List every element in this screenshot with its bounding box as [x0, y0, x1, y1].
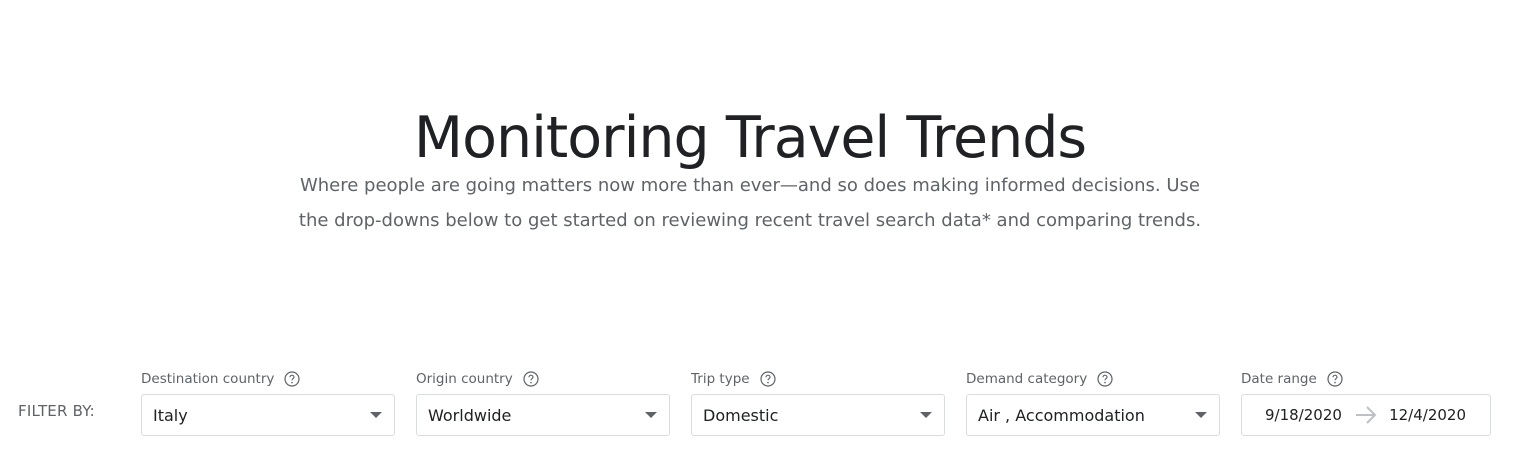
origin-country-select[interactable]: Worldwide	[416, 394, 670, 436]
trip-type-select[interactable]: Domestic	[691, 394, 945, 436]
help-icon[interactable]	[759, 371, 776, 387]
help-icon[interactable]	[1097, 371, 1113, 387]
caret-down-icon	[645, 412, 657, 418]
caret-down-icon	[370, 412, 382, 418]
demand-category-label: Demand category	[966, 371, 1088, 387]
origin-country-label: Origin country	[416, 371, 513, 387]
date-range-filter: Date range 9/18/2020 12/4/2020	[1241, 368, 1491, 436]
trip-type-value: Domestic	[703, 405, 779, 425]
demand-category-value: Air , Accommodation	[978, 405, 1145, 425]
origin-country-filter: Origin country Worldwide	[416, 368, 670, 436]
caret-down-icon	[920, 412, 932, 418]
caret-down-icon	[1195, 412, 1207, 418]
destination-country-label: Destination country	[141, 371, 275, 387]
demand-category-select[interactable]: Air , Accommodation	[966, 394, 1220, 436]
trip-type-filter: Trip type Domestic	[691, 368, 945, 436]
date-range-start[interactable]: 9/18/2020	[1265, 406, 1342, 424]
date-range-end[interactable]: 12/4/2020	[1389, 406, 1466, 424]
filter-by-label: FILTER BY:	[18, 402, 95, 420]
help-icon[interactable]	[523, 371, 539, 387]
page-subtitle: Where people are going matters now more …	[298, 175, 1202, 231]
trip-type-label: Trip type	[691, 371, 750, 387]
demand-category-filter: Demand category Air , Accommodation	[966, 368, 1220, 436]
origin-country-value: Worldwide	[428, 405, 512, 425]
page-title: Monitoring Travel Trends	[413, 105, 1087, 172]
help-icon[interactable]	[1327, 371, 1343, 387]
destination-country-select[interactable]: Italy	[141, 394, 395, 436]
destination-country-filter: Destination country Italy	[141, 368, 395, 436]
help-icon[interactable]	[284, 371, 300, 387]
date-range-picker[interactable]: 9/18/2020 12/4/2020	[1241, 394, 1491, 436]
date-range-label: Date range	[1241, 371, 1317, 387]
arrow-right-icon	[1355, 406, 1376, 424]
destination-country-value: Italy	[153, 405, 188, 425]
